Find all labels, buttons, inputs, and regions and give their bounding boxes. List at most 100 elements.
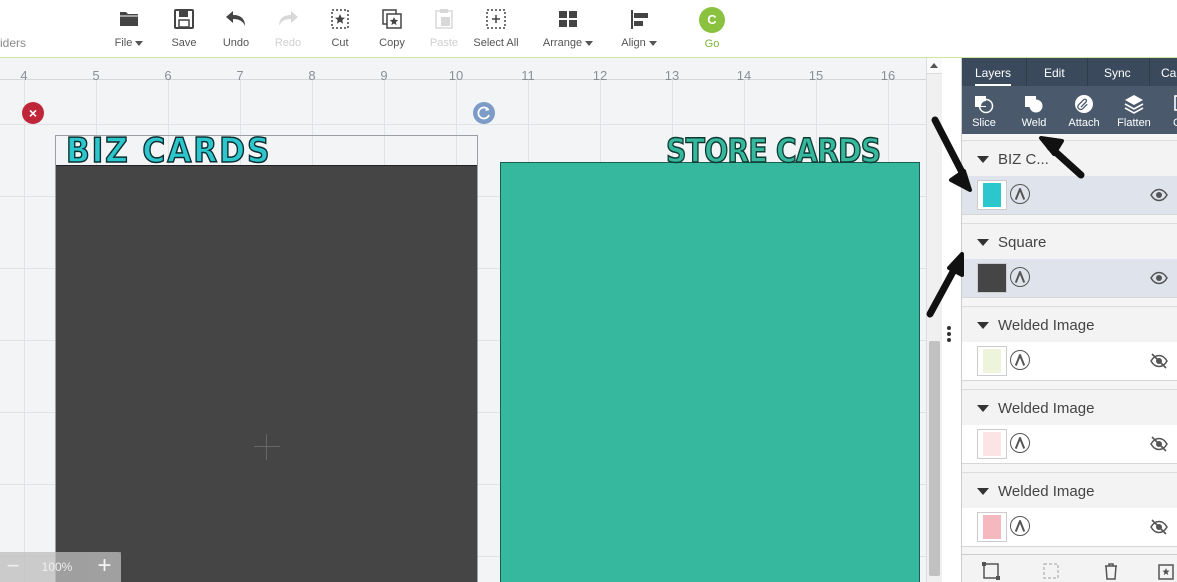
select-all-icon: [486, 9, 506, 29]
layer-color-swatch: [983, 432, 1001, 456]
center-crosshair: [254, 446, 280, 447]
ruler-tick: 5: [92, 68, 100, 83]
biz-card-shape[interactable]: [56, 165, 477, 582]
ruler-tick: 12: [592, 68, 608, 83]
layer-group-name: BIZ C...: [998, 151, 1049, 168]
slice-button[interactable]: Slice: [959, 94, 1009, 134]
align-label: Align: [621, 37, 646, 49]
layer-group-header[interactable]: Square: [962, 223, 1177, 259]
scissors-cut-icon[interactable]: [1010, 433, 1030, 453]
scroll-up-button[interactable]: [927, 58, 942, 74]
scrollbar-thumb[interactable]: [929, 341, 940, 576]
layer-row[interactable]: [962, 508, 1177, 547]
ruler-tick: 13: [664, 68, 680, 83]
canvas-vertical-scrollbar[interactable]: [926, 58, 942, 582]
chevron-down-icon: [648, 40, 657, 46]
layer-group-name: Welded Image: [998, 317, 1095, 334]
design-canvas[interactable]: 4 5 6 7 8 9 10 11 12 13 14 15 16 BIZ CAR…: [0, 58, 926, 582]
layer-thumbnail: [977, 429, 1007, 459]
tab-canvas[interactable]: Ca: [1161, 58, 1176, 86]
layer-row[interactable]: [962, 176, 1177, 215]
weld-button[interactable]: Weld: [1009, 94, 1059, 134]
flatten-button[interactable]: Flatten: [1109, 94, 1159, 134]
duplicate-icon[interactable]: [1157, 561, 1177, 581]
eye-hidden-icon[interactable]: [1150, 519, 1168, 535]
layer-group-header[interactable]: BIZ C...: [962, 140, 1177, 176]
go-label: Go: [704, 38, 720, 50]
attach-label: Attach: [1068, 117, 1100, 129]
tab-divider: [1087, 58, 1088, 86]
layer-group-name: Welded Image: [998, 400, 1095, 417]
arrange-label: Arrange: [542, 37, 583, 49]
panel-tabs: Layers Edit Sync Ca: [962, 58, 1177, 86]
layer-row[interactable]: [962, 342, 1177, 381]
arrange-button[interactable]: Arrange: [537, 6, 599, 52]
scissors-cut-icon[interactable]: [1010, 350, 1030, 370]
toolbar-truncated-label: iders: [0, 36, 27, 50]
ruler-tick: 15: [808, 68, 824, 83]
tab-divider: [1149, 58, 1150, 86]
undo-icon: [226, 11, 245, 26]
collapse-triangle-icon[interactable]: [977, 239, 989, 246]
tab-sync[interactable]: Sync: [1104, 58, 1131, 86]
collapse-triangle-icon[interactable]: [977, 488, 989, 495]
weld-label: Weld: [1021, 117, 1047, 129]
layer-thumbnail: [977, 512, 1007, 542]
layer-group-header[interactable]: Welded Image: [962, 472, 1177, 508]
attach-button[interactable]: Attach: [1059, 94, 1109, 134]
contour-label: Co: [1172, 117, 1177, 129]
delete-selection-button[interactable]: ×: [22, 102, 44, 124]
file-label: File: [114, 37, 133, 49]
layer-thumbnail: [977, 346, 1007, 376]
layer-row[interactable]: [962, 259, 1177, 298]
contour-button[interactable]: Co: [1155, 94, 1177, 134]
eye-hidden-icon[interactable]: [1150, 436, 1168, 452]
collapse-triangle-icon[interactable]: [977, 405, 989, 412]
collapse-triangle-icon[interactable]: [977, 156, 989, 163]
layer-group-header[interactable]: Welded Image: [962, 389, 1177, 425]
biz-cards-text[interactable]: BIZ CARDS: [65, 130, 271, 172]
ruler-tick: 11: [521, 68, 535, 83]
file-button[interactable]: File: [98, 6, 160, 52]
select-all-button[interactable]: Select All: [465, 6, 527, 52]
save-icon: [174, 9, 194, 29]
layer-thumbnail: [977, 180, 1007, 210]
ruler-tick: 16: [880, 68, 896, 83]
scissors-cut-icon[interactable]: [1010, 184, 1030, 204]
paste-icon: [435, 9, 453, 29]
paperclip-icon: [1075, 95, 1093, 113]
eye-hidden-icon[interactable]: [1150, 353, 1168, 369]
align-icon: [631, 10, 648, 29]
panel-resize-handle[interactable]: [947, 326, 953, 344]
collapse-triangle-icon[interactable]: [977, 322, 989, 329]
tab-layers[interactable]: Layers: [975, 58, 1012, 86]
zoom-out-button[interactable]: −: [0, 552, 26, 582]
zoom-in-button[interactable]: +: [88, 552, 121, 582]
store-cards-text[interactable]: STORE CARDS: [665, 130, 881, 171]
tab-edit[interactable]: Edit: [1044, 58, 1065, 86]
weld-icon: [1025, 96, 1043, 113]
scissors-cut-icon[interactable]: [1010, 516, 1030, 536]
rotate-icon: [477, 106, 490, 120]
layer-group-name: Square: [998, 234, 1047, 251]
tab-divider: [1026, 58, 1027, 86]
layer-group-header[interactable]: Welded Image: [962, 306, 1177, 342]
layer-color-swatch: [983, 515, 1001, 539]
rotate-handle[interactable]: [473, 102, 495, 124]
layer-actions-bar: Slice Weld Attach Flatten Co: [962, 86, 1177, 134]
ungroup-icon[interactable]: [1041, 561, 1061, 581]
eye-icon[interactable]: [1150, 270, 1168, 286]
scissors-cut-icon[interactable]: [1010, 267, 1030, 287]
layer-row[interactable]: [962, 425, 1177, 464]
trash-icon[interactable]: [1101, 561, 1121, 581]
ruler-tick: 14: [736, 68, 752, 83]
select-all-label: Select All: [473, 37, 519, 49]
store-card-shape[interactable]: [500, 162, 920, 582]
align-button[interactable]: Align: [608, 6, 670, 52]
layers-panel-footer: [962, 554, 1177, 582]
ruler-tick: 9: [380, 68, 388, 83]
eye-icon[interactable]: [1150, 187, 1168, 203]
go-button[interactable]: C Go: [681, 6, 743, 52]
group-icon[interactable]: [981, 561, 1001, 581]
ruler-tick: 10: [448, 68, 464, 83]
